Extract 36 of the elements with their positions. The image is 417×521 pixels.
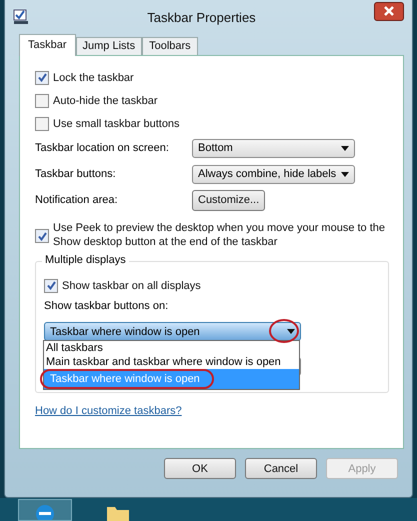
checkbox[interactable] [35,116,49,130]
setting-label: Taskbar buttons: [35,168,117,180]
setting-label: Show taskbar buttons on: [44,300,170,314]
checkbox[interactable] [35,70,49,84]
dropdown[interactable]: Taskbar where window is open [44,322,301,341]
window-title: Taskbar Properties [146,10,257,24]
taskbar-item[interactable] [18,499,72,521]
checkbox-label: Use small taskbar buttons [53,118,180,130]
help-link[interactable]: How do I customize taskbars? [35,405,182,417]
dialog-button[interactable]: Cancel [245,458,317,479]
highlight-ring [269,319,299,343]
tab[interactable]: Taskbar [19,34,76,56]
dropdown-option[interactable]: All taskbars [44,341,299,355]
checkbox[interactable] [35,229,49,243]
checkbox-label: Lock the taskbar [53,72,134,84]
setting-label: Notification area: [35,194,119,206]
dropdown-arrow-icon [341,172,349,176]
checkbox-label: Show taskbar on all displays [62,280,201,292]
dropdown-arrow-icon [341,146,349,150]
dropdown-arrow-icon [287,329,295,334]
checkbox[interactable] [35,94,49,108]
dialog-button[interactable]: OK [164,458,236,479]
dropdown-option[interactable]: Main taskbar and taskbar where window is open [44,355,299,369]
close-button[interactable] [374,2,404,20]
setting-label: Taskbar location on screen: [35,142,170,154]
checkbox-label: Use Peek to preview the desktop when you move your mouse to the Show desktop button at the end of the taskbar [53,221,386,249]
dropdown[interactable]: Always combine, hide labels [192,164,355,184]
customize-button[interactable]: Customize... [192,190,266,210]
checkbox-icon [13,9,29,25]
checkbox[interactable] [44,278,58,292]
tab[interactable]: Jump Lists [76,37,142,55]
close-icon [383,5,395,17]
tab[interactable]: Toolbars [142,37,198,55]
checkbox-label: Auto-hide the taskbar [53,94,158,106]
dropdown[interactable]: Bottom [192,138,355,158]
group-title: Multiple displays [42,254,129,266]
